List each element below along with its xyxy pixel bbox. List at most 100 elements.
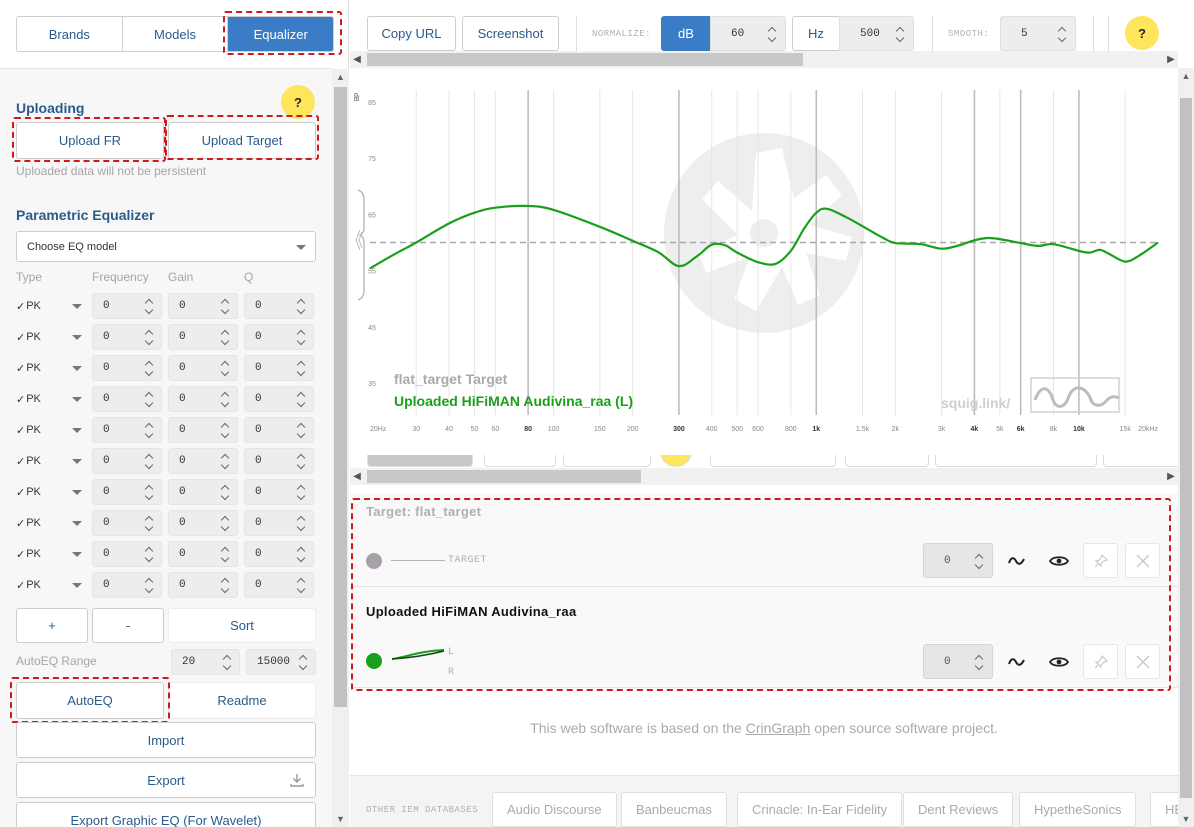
- filter-enabled-checkbox[interactable]: ✓: [16, 548, 25, 561]
- filter-type-select[interactable]: ✓ PK: [16, 386, 86, 412]
- filter-q-input[interactable]: 0: [244, 386, 314, 412]
- filter-q-input[interactable]: 0: [244, 324, 314, 350]
- filter-frequency-input[interactable]: 0: [92, 510, 162, 536]
- target-color-dot[interactable]: [366, 553, 382, 569]
- target-offset-input[interactable]: 0: [923, 543, 993, 578]
- filter-type-select[interactable]: ✓ PK: [16, 355, 86, 381]
- graph-hscroll[interactable]: ◀ ▶: [350, 468, 1178, 485]
- db-link-he[interactable]: HE: [1150, 792, 1178, 827]
- filter-type-select[interactable]: ✓ PK: [16, 510, 86, 536]
- filter-enabled-checkbox[interactable]: ✓: [16, 393, 25, 406]
- filter-frequency-input[interactable]: 0: [92, 541, 162, 567]
- filter-enabled-checkbox[interactable]: ✓: [16, 517, 25, 530]
- filter-enabled-checkbox[interactable]: ✓: [16, 331, 25, 344]
- filter-q-input[interactable]: 0: [244, 541, 314, 567]
- screenshot-button[interactable]: Screenshot: [462, 16, 559, 51]
- import-button[interactable]: Import: [16, 722, 316, 758]
- filter-enabled-checkbox[interactable]: ✓: [16, 455, 25, 468]
- filter-type-select[interactable]: ✓ PK: [16, 324, 86, 350]
- page-scrollbar[interactable]: ▲ ▼: [1178, 68, 1194, 827]
- db-link-audio-discourse[interactable]: Audio Discourse: [492, 792, 617, 827]
- filter-gain-input[interactable]: 0: [168, 293, 238, 319]
- filter-q-input[interactable]: 0: [244, 572, 314, 598]
- add-filter-button[interactable]: +: [16, 608, 88, 643]
- db-link-dent-reviews[interactable]: Dent Reviews: [903, 792, 1014, 827]
- filter-gain-input[interactable]: 0: [168, 324, 238, 350]
- filter-frequency-input[interactable]: 0: [92, 293, 162, 319]
- remove-filter-button[interactable]: -: [92, 608, 164, 643]
- smooth-toggle[interactable]: [999, 644, 1034, 679]
- autoeq-range-min[interactable]: 20: [171, 649, 240, 675]
- filter-gain-input[interactable]: 0: [168, 572, 238, 598]
- scroll-up-icon[interactable]: ▲: [332, 69, 349, 85]
- graph-hscroll-thumb[interactable]: [367, 470, 641, 483]
- filter-type-select[interactable]: ✓ PK: [16, 417, 86, 443]
- filter-q-input[interactable]: 0: [244, 293, 314, 319]
- filter-enabled-checkbox[interactable]: ✓: [16, 300, 25, 313]
- filter-frequency-input[interactable]: 0: [92, 479, 162, 505]
- db-link-banbeucmas[interactable]: Banbeucmas: [621, 792, 727, 827]
- filter-enabled-checkbox[interactable]: ✓: [16, 486, 25, 499]
- normalize-db-button[interactable]: dB: [661, 16, 711, 51]
- graph-help-button[interactable]: ?: [1125, 16, 1159, 50]
- toolbar-hscroll-thumb[interactable]: [367, 53, 803, 66]
- db-link-crinacle[interactable]: Crinacle: In-Ear Fidelity: [737, 792, 903, 827]
- filter-frequency-input[interactable]: 0: [92, 324, 162, 350]
- autoeq-range-max[interactable]: 15000: [246, 649, 316, 675]
- filter-frequency-input[interactable]: 0: [92, 386, 162, 412]
- tab-brands[interactable]: Brands: [17, 17, 123, 51]
- autoeq-button[interactable]: AutoEQ: [16, 682, 164, 719]
- uploading-help-button[interactable]: ?: [281, 85, 315, 119]
- page-scroll-thumb[interactable]: [1180, 98, 1192, 798]
- filter-frequency-input[interactable]: 0: [92, 572, 162, 598]
- visibility-toggle[interactable]: [1041, 543, 1076, 578]
- filter-gain-input[interactable]: 0: [168, 479, 238, 505]
- scroll-down-icon[interactable]: ▼: [1178, 811, 1194, 827]
- normalize-hz-input[interactable]: 500: [839, 16, 914, 51]
- filter-q-input[interactable]: 0: [244, 448, 314, 474]
- eq-model-select[interactable]: Choose EQ model: [16, 231, 316, 262]
- filter-q-input[interactable]: 0: [244, 355, 314, 381]
- scroll-down-icon[interactable]: ▼: [332, 811, 349, 827]
- scroll-right-icon[interactable]: ▶: [1164, 51, 1178, 68]
- upload-target-button[interactable]: Upload Target: [168, 122, 316, 159]
- left-scrollbar[interactable]: ▲ ▼: [332, 69, 349, 827]
- normalize-db-input[interactable]: 60: [710, 16, 786, 51]
- filter-gain-input[interactable]: 0: [168, 448, 238, 474]
- filter-enabled-checkbox[interactable]: ✓: [16, 362, 25, 375]
- fr-graph[interactable]: 85 75 65 55 45 35 20Hz 30 40 50 60 80 100 150 200 300 4…: [350, 68, 1178, 463]
- filter-frequency-input[interactable]: 0: [92, 448, 162, 474]
- filter-gain-input[interactable]: 0: [168, 541, 238, 567]
- filter-frequency-input[interactable]: 0: [92, 417, 162, 443]
- uploaded-color-dot[interactable]: [366, 653, 382, 669]
- filter-gain-input[interactable]: 0: [168, 510, 238, 536]
- normalize-hz-button[interactable]: Hz: [792, 16, 840, 51]
- db-link-hypethesonics[interactable]: HypetheSonics: [1019, 792, 1137, 827]
- fr-graph-svg[interactable]: 85 75 65 55 45 35 20Hz 30 40 50 60 80 100 150 200 300 4…: [350, 90, 1178, 463]
- filter-q-input[interactable]: 0: [244, 417, 314, 443]
- sort-button[interactable]: Sort: [168, 608, 316, 643]
- readme-button[interactable]: Readme: [168, 682, 316, 719]
- left-scroll-thumb[interactable]: [334, 87, 347, 707]
- smooth-input[interactable]: 5: [1000, 16, 1076, 51]
- filter-q-input[interactable]: 0: [244, 510, 314, 536]
- visibility-toggle[interactable]: [1041, 644, 1076, 679]
- scroll-right-icon[interactable]: ▶: [1164, 468, 1178, 485]
- filter-enabled-checkbox[interactable]: ✓: [16, 579, 25, 592]
- filter-q-input[interactable]: 0: [244, 479, 314, 505]
- remove-button[interactable]: [1125, 543, 1160, 578]
- filter-gain-input[interactable]: 0: [168, 386, 238, 412]
- filter-type-select[interactable]: ✓ PK: [16, 479, 86, 505]
- filter-type-select[interactable]: ✓ PK: [16, 572, 86, 598]
- scroll-left-icon[interactable]: ◀: [350, 51, 364, 68]
- filter-gain-input[interactable]: 0: [168, 417, 238, 443]
- tab-equalizer[interactable]: Equalizer: [228, 17, 333, 51]
- export-graphic-eq-button[interactable]: Export Graphic EQ (For Wavelet): [16, 802, 316, 827]
- copy-url-button[interactable]: Copy URL: [367, 16, 456, 51]
- filter-gain-input[interactable]: 0: [168, 355, 238, 381]
- tab-models[interactable]: Models: [122, 17, 229, 51]
- scroll-up-icon[interactable]: ▲: [1178, 68, 1194, 84]
- filter-type-select[interactable]: ✓ PK: [16, 293, 86, 319]
- filter-type-select[interactable]: ✓ PK: [16, 541, 86, 567]
- upload-fr-button[interactable]: Upload FR: [16, 122, 164, 159]
